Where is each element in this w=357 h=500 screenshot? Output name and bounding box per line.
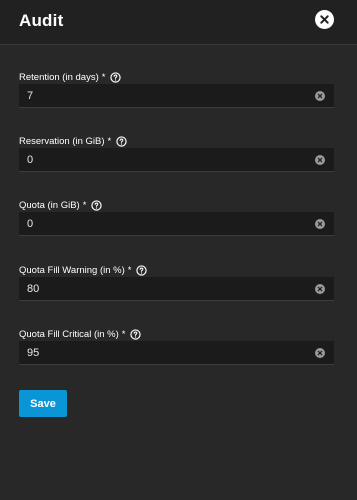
- quota-label: Quota (in GiB): [19, 199, 80, 211]
- clear-icon[interactable]: [315, 155, 325, 165]
- required-marker: *: [101, 71, 106, 83]
- audit-dialog: Audit Retention (in days) * 7 Reservatio…: [0, 0, 357, 500]
- close-button[interactable]: [315, 10, 334, 29]
- help-circle-icon[interactable]: [130, 328, 142, 340]
- dialog-header: Audit: [0, 0, 357, 45]
- reservation-input[interactable]: [19, 148, 307, 171]
- quota-fill-warning-input[interactable]: [19, 277, 307, 300]
- dialog-title: Audit: [19, 11, 64, 30]
- quota-fill-warning-label-row: Quota Fill Warning (in %) *: [19, 263, 334, 277]
- retention-input-box: [19, 84, 334, 108]
- retention-field: Retention (in days) *: [19, 70, 334, 108]
- reservation-label-row: Reservation (in GiB) *: [19, 134, 334, 148]
- quota-fill-warning-label: Quota Fill Warning (in %): [19, 264, 125, 276]
- help-circle-icon[interactable]: [136, 264, 148, 276]
- quota-field: Quota (in GiB) *: [19, 198, 334, 236]
- help-circle-icon[interactable]: [110, 71, 122, 83]
- required-marker: *: [121, 328, 126, 340]
- help-circle-icon[interactable]: [116, 135, 127, 147]
- quota-fill-warning-field: Quota Fill Warning (in %) *: [19, 263, 334, 301]
- clear-icon[interactable]: [315, 219, 325, 229]
- reservation-input-box: [19, 148, 334, 172]
- retention-label-row: Retention (in days) *: [19, 70, 334, 84]
- required-marker: *: [127, 264, 132, 276]
- save-button[interactable]: Save: [19, 390, 67, 417]
- help-circle-icon[interactable]: [91, 199, 103, 211]
- clear-icon[interactable]: [315, 91, 325, 101]
- quota-input[interactable]: [19, 212, 307, 235]
- reservation-field: Reservation (in GiB) *: [19, 134, 334, 172]
- quota-fill-critical-input-box: [19, 341, 334, 365]
- retention-input[interactable]: [19, 84, 307, 107]
- quota-fill-critical-label: Quota Fill Critical (in %): [19, 328, 119, 340]
- quota-fill-critical-field: Quota Fill Critical (in %) *: [19, 327, 334, 365]
- clear-icon[interactable]: [315, 284, 325, 294]
- retention-label: Retention (in days): [19, 71, 99, 83]
- clear-icon[interactable]: [315, 348, 325, 358]
- quota-fill-critical-input[interactable]: [19, 341, 307, 364]
- quota-input-box: [19, 212, 334, 236]
- reservation-label: Reservation (in GiB): [19, 135, 105, 147]
- quota-label-row: Quota (in GiB) *: [19, 198, 334, 212]
- close-icon: [320, 15, 329, 24]
- required-marker: *: [107, 135, 112, 147]
- required-marker: *: [82, 199, 87, 211]
- quota-fill-critical-label-row: Quota Fill Critical (in %) *: [19, 327, 334, 341]
- quota-fill-warning-input-box: [19, 277, 334, 301]
